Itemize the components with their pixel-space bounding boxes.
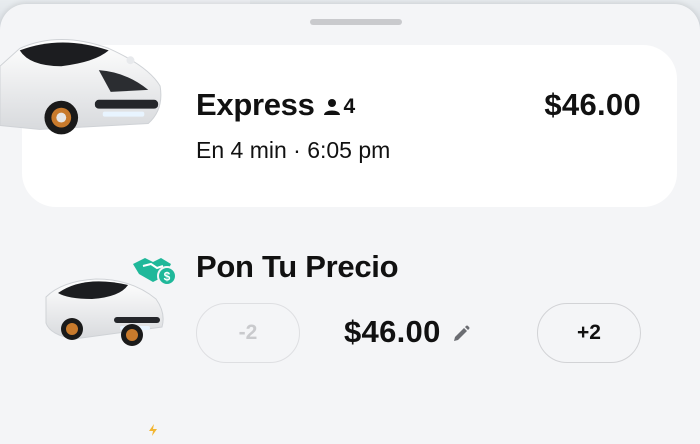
express-title-row: Express 4 (196, 87, 355, 123)
decrease-price-button[interactable]: -2 (196, 303, 300, 363)
express-eta: En 4 min · 6:05 pm (196, 137, 391, 163)
handshake-money-icon: $ (133, 258, 177, 286)
pencil-icon[interactable] (451, 324, 471, 344)
offer-price[interactable]: $46.00 (344, 314, 471, 350)
seat-capacity: 4 (323, 95, 356, 119)
person-icon (323, 99, 340, 115)
express-title: Express (196, 87, 315, 122)
express-price: $46.00 (544, 87, 641, 122)
car-express-image (0, 39, 162, 135)
pon-tu-precio-title: Pon Tu Precio (196, 249, 399, 284)
sheet-drag-handle[interactable] (310, 19, 402, 25)
seat-count: 4 (343, 95, 356, 118)
increase-price-button[interactable]: +2 (537, 303, 641, 363)
svg-text:$: $ (164, 270, 171, 284)
bolt-icon (149, 424, 157, 436)
offer-price-value: $46.00 (344, 314, 441, 349)
